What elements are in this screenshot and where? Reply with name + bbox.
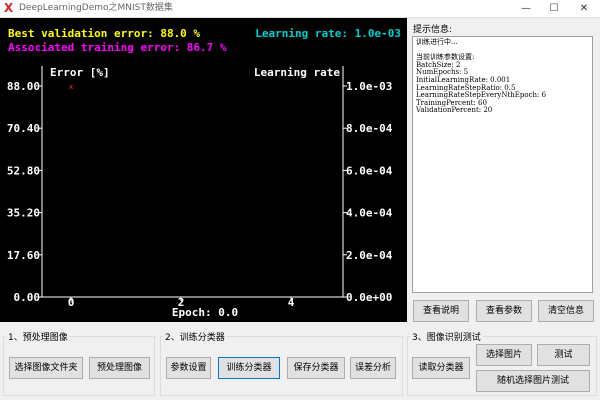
preprocess-button[interactable]: 预处理图像 (89, 357, 150, 379)
y-tick-label: 70.40 (7, 122, 40, 135)
right-axis-label: Learning rate (254, 66, 340, 79)
minimize-button[interactable]: — (514, 0, 538, 17)
close-button[interactable]: ✕ (572, 0, 596, 17)
associated-training-error: Associated training error: 86.7 % (8, 41, 227, 54)
group-train-title: 2、训练分类器 (163, 330, 227, 343)
x-tick-label: 0 (68, 296, 75, 309)
save-classifier-button[interactable]: 保存分类器 (287, 357, 345, 379)
load-classifier-button[interactable]: 读取分类器 (412, 357, 470, 379)
y2-tick-label: 8.0e-04 (346, 122, 393, 135)
x-tick-label: 4 (288, 296, 295, 309)
y-tick-label: 88.00 (7, 80, 40, 93)
info-line: 训练进行中... (416, 38, 458, 46)
best-validation-error: Best validation error: 88.0 % (8, 27, 200, 40)
left-axis-label: Error [%] (50, 66, 110, 79)
info-textbox[interactable]: 训练进行中... 当前训练参数设置: BatchSize: 2 NumEpochs: … (412, 36, 593, 293)
y-tick-label: 17.60 (7, 249, 40, 262)
window-title: DeepLearningDemo之MNIST数据集 (19, 3, 173, 13)
y-tick-label: 52.80 (7, 164, 40, 177)
view-help-button[interactable]: 查看说明 (413, 300, 469, 322)
group-test-title: 3、图像识别测试 (410, 330, 483, 343)
learning-rate-header: Learning rate: 1.0e-03 (255, 27, 401, 40)
clear-info-button[interactable]: 清空信息 (538, 300, 594, 322)
x-tick-label: 2 (178, 296, 185, 309)
error-analysis-button[interactable]: 误差分析 (350, 357, 396, 379)
group-preprocess-title: 1、预处理图像 (6, 330, 70, 343)
view-params-button[interactable]: 查看参数 (476, 300, 532, 322)
maximize-button[interactable]: ☐ (542, 0, 566, 17)
random-test-button[interactable]: 随机选择图片测试 (476, 370, 590, 392)
y2-tick-label: 1.0e-03 (346, 80, 392, 93)
param-settings-button[interactable]: 参数设置 (166, 357, 211, 379)
title-bar: X DeepLearningDemo之MNIST数据集 — ☐ ✕ (0, 0, 600, 18)
y-tick-label: 0.00 (14, 291, 41, 304)
select-image-button[interactable]: 选择图片 (476, 344, 532, 366)
train-classifier-button[interactable]: 训练分类器 (218, 357, 280, 379)
y2-tick-label: 0.0e+00 (346, 291, 392, 304)
info-label: 提示信息: (413, 25, 453, 35)
y2-tick-label: 6.0e-04 (346, 164, 393, 177)
y2-tick-label: 2.0e-04 (346, 249, 393, 262)
test-button[interactable]: 测试 (537, 344, 590, 366)
data-point-marker: x (69, 83, 73, 91)
y-tick-label: 35.20 (7, 207, 40, 220)
training-chart: Best validation error: 88.0 % Associated… (7, 27, 401, 319)
info-line: ValidationPercent: 20 (416, 106, 493, 115)
select-folder-button[interactable]: 选择图像文件夹 (9, 357, 83, 379)
training-plot: Best validation error: 88.0 % Associated… (0, 18, 407, 322)
app-logo-icon: X (4, 1, 14, 15)
y2-tick-label: 4.0e-04 (346, 207, 393, 220)
